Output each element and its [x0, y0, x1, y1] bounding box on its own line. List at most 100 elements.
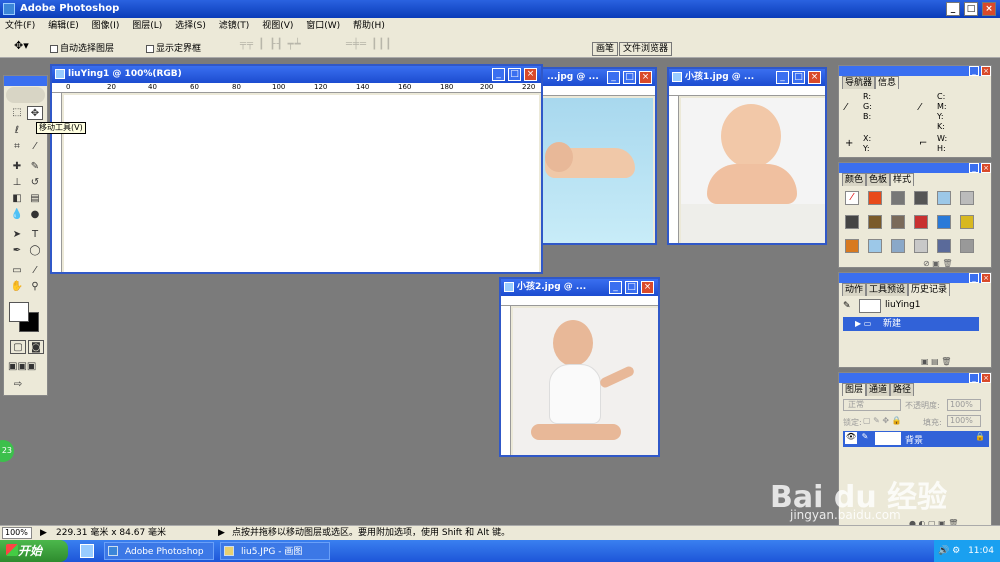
lock-icons[interactable]: ▢ ✎ ✥ 🔒	[863, 416, 902, 425]
style-swatch[interactable]	[914, 215, 928, 229]
style-swatch[interactable]	[891, 191, 905, 205]
doc-maximize-button[interactable]: □	[792, 71, 805, 84]
style-swatch[interactable]	[845, 239, 859, 253]
style-swatch[interactable]	[868, 215, 882, 229]
minimize-button[interactable]: _	[946, 2, 960, 16]
style-swatch[interactable]	[845, 215, 859, 229]
floating-badge[interactable]: 23	[0, 440, 14, 462]
eyedropper-tool-icon[interactable]: ⁄	[27, 264, 43, 278]
tab-channels[interactable]: 通道	[866, 383, 891, 396]
doc-maximize-button[interactable]: □	[625, 281, 638, 294]
panel-minimize-button[interactable]: _	[969, 373, 979, 383]
style-swatch[interactable]	[937, 191, 951, 205]
styles-footer-icons[interactable]: ⊘ ▣ 🗑	[923, 259, 953, 268]
menu-file[interactable]: 文件(F)	[0, 18, 40, 34]
crop-tool-icon[interactable]: ⌗	[9, 140, 25, 154]
quick-mask-icon[interactable]: ◙	[28, 340, 44, 354]
document-window-child2[interactable]: 小孩2.jpg @ ... _ □ ×	[499, 277, 660, 457]
show-desktop-icon[interactable]	[80, 544, 94, 558]
taskbar-photoshop[interactable]: Adobe Photoshop	[104, 542, 214, 560]
fill-field[interactable]: 100%	[947, 415, 981, 427]
menu-image[interactable]: 图像(I)	[87, 18, 125, 34]
panel-close-button[interactable]: ×	[981, 273, 991, 283]
style-swatch[interactable]: ⁄	[845, 191, 859, 205]
doc-close-button[interactable]: ×	[808, 71, 821, 84]
tab-history[interactable]: 历史记录	[908, 283, 951, 296]
tab-navigator[interactable]: 导航器	[842, 76, 876, 89]
doc-close-button[interactable]: ×	[641, 281, 654, 294]
tab-styles[interactable]: 样式	[890, 173, 915, 186]
layer-visibility-eye-icon[interactable]: 👁	[845, 432, 857, 444]
tab-info[interactable]: 信息	[875, 76, 900, 89]
adobe-online-icon[interactable]	[6, 87, 45, 103]
foreground-color-swatch[interactable]	[9, 302, 29, 322]
tab-color[interactable]: 颜色	[842, 173, 867, 186]
blend-mode-select[interactable]: 正常	[843, 399, 901, 411]
snapshot-name[interactable]: liuYing1	[885, 300, 921, 310]
doc-close-button[interactable]: ×	[639, 71, 652, 84]
clone-stamp-tool-icon[interactable]: ⊥	[9, 176, 25, 190]
blur-tool-icon[interactable]: 💧	[9, 208, 25, 222]
file-browser-tab[interactable]: 文件浏览器	[619, 42, 673, 56]
pen-tool-icon[interactable]: ✒	[9, 244, 25, 258]
menu-edit[interactable]: 编辑(E)	[43, 18, 84, 34]
zoom-tool-icon[interactable]: ⚲	[27, 280, 43, 294]
dodge-tool-icon[interactable]: ●	[27, 208, 43, 222]
marquee-tool-icon[interactable]: ⬚	[9, 106, 25, 120]
style-swatch[interactable]	[914, 239, 928, 253]
healing-tool-icon[interactable]: ✚	[9, 160, 25, 174]
opacity-field[interactable]: 100%	[947, 399, 981, 411]
panel-minimize-button[interactable]: _	[969, 273, 979, 283]
restore-button[interactable]: □	[964, 2, 978, 16]
brush-tool-icon[interactable]: ✎	[27, 160, 43, 174]
brushes-tab[interactable]: 画笔	[592, 42, 619, 56]
document-canvas[interactable]	[64, 95, 539, 272]
style-swatch[interactable]	[891, 215, 905, 229]
panel-close-button[interactable]: ×	[981, 66, 991, 76]
style-swatch[interactable]	[960, 215, 974, 229]
menu-help[interactable]: 帮助(H)	[348, 18, 390, 34]
style-swatch[interactable]	[960, 239, 974, 253]
show-bounds-checkbox[interactable]: 显示定界框	[146, 41, 201, 54]
layer-row-background[interactable]: 👁 ✎ 背景 🔒	[843, 431, 989, 447]
tab-actions[interactable]: 动作	[842, 283, 867, 296]
shape-tool-icon[interactable]: ◯	[27, 244, 43, 258]
menu-window[interactable]: 窗口(W)	[301, 18, 345, 34]
auto-select-checkbox[interactable]: 自动选择图层	[50, 41, 114, 54]
jump-to-imageready-icon[interactable]: ⇨	[10, 378, 26, 392]
path-selection-tool-icon[interactable]: ➤	[9, 228, 25, 242]
menu-layer[interactable]: 图层(L)	[127, 18, 167, 34]
taskbar-paint[interactable]: liu5.JPG - 画图	[220, 542, 330, 560]
menu-select[interactable]: 选择(S)	[170, 18, 211, 34]
eraser-tool-icon[interactable]: ◧	[9, 192, 25, 206]
style-swatch[interactable]	[868, 239, 882, 253]
tab-swatches[interactable]: 色板	[866, 173, 891, 186]
screen-mode-icon[interactable]: ▣▣▣	[8, 360, 36, 374]
doc-close-button[interactable]: ×	[524, 68, 537, 81]
doc-minimize-button[interactable]: _	[776, 71, 789, 84]
menu-view[interactable]: 视图(V)	[257, 18, 298, 34]
gradient-tool-icon[interactable]: ▤	[27, 192, 43, 206]
doc-maximize-button[interactable]: □	[508, 68, 521, 81]
style-swatch[interactable]	[937, 239, 951, 253]
style-swatch[interactable]	[937, 215, 951, 229]
doc-maximize-button[interactable]: □	[623, 71, 636, 84]
document-window-child1[interactable]: 小孩1.jpg @ ... _ □ ×	[667, 67, 827, 245]
panel-minimize-button[interactable]: _	[969, 66, 979, 76]
doc-minimize-button[interactable]: _	[609, 281, 622, 294]
tab-paths[interactable]: 路径	[890, 383, 915, 396]
standard-mode-icon[interactable]: ▢	[10, 340, 26, 354]
tab-layers[interactable]: 图层	[842, 383, 867, 396]
history-footer-icons[interactable]: ▣ ▤ 🗑	[921, 357, 951, 366]
panel-close-button[interactable]: ×	[981, 373, 991, 383]
tray-icons[interactable]: 🔊 ⚙	[938, 540, 960, 562]
move-tool-icon[interactable]: ✥	[27, 106, 43, 120]
distribute-buttons-icon[interactable]: ═╪═ ┃┃┃	[346, 39, 392, 50]
zoom-field[interactable]: 100%	[2, 527, 32, 539]
panel-close-button[interactable]: ×	[981, 163, 991, 173]
document-window-baby-sleep[interactable]: ...jpg @ ... _ □ ×	[541, 67, 657, 245]
style-swatch[interactable]	[868, 191, 882, 205]
style-swatch[interactable]	[914, 191, 928, 205]
document-window-liuying1[interactable]: liuYing1 @ 100%(RGB) _ □ × 0 20 40 60 80…	[50, 64, 543, 274]
doc-size-menu-icon[interactable]: ▶	[40, 526, 47, 541]
